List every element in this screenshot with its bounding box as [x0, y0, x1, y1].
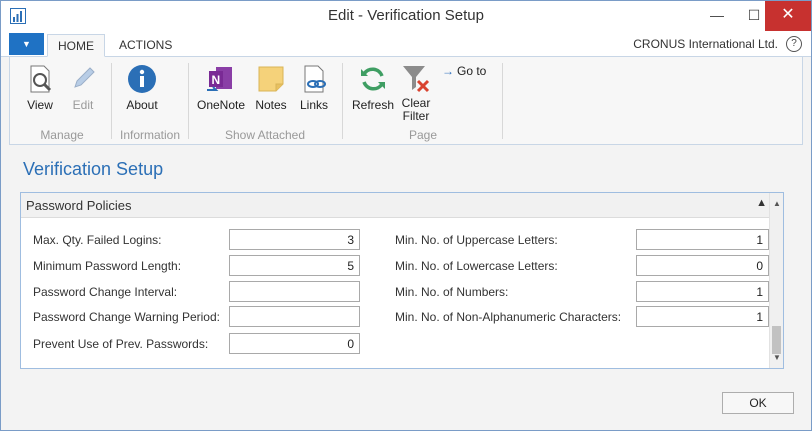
onenote-label: OneNote — [196, 98, 246, 112]
section-title: Password Policies — [26, 198, 132, 213]
ribbon: View Edit Manage About Information N One… — [9, 57, 803, 145]
field-label-min-lowercase: Min. No. of Lowercase Letters: — [395, 259, 558, 273]
edit-button[interactable]: Edit — [65, 63, 101, 112]
dropdown-arrow-icon: ▼ — [22, 39, 31, 49]
refresh-label: Refresh — [351, 98, 395, 112]
goto-button[interactable]: → Go to — [442, 64, 486, 78]
links-label: Links — [299, 98, 328, 112]
edit-label: Edit — [72, 98, 94, 112]
vertical-scrollbar[interactable]: ▲ ▼ — [769, 193, 783, 368]
window-title: Edit - Verification Setup — [328, 7, 484, 24]
prevent-prev-passwords-input[interactable]: 0 — [229, 333, 360, 354]
tab-home[interactable]: HOME — [47, 34, 105, 57]
about-button[interactable]: About — [118, 63, 166, 112]
onenote-icon: N — [207, 67, 232, 91]
close-icon: ✕ — [781, 6, 795, 23]
scroll-up-icon[interactable]: ▲ — [773, 199, 781, 208]
close-button[interactable]: ✕ — [765, 1, 811, 31]
svg-text:N: N — [212, 73, 221, 87]
maximize-icon: ☐ — [747, 7, 761, 23]
field-label-min-password-length: Minimum Password Length: — [33, 259, 182, 273]
scrollbar-thumb[interactable] — [772, 326, 781, 354]
group-label-information: Information — [119, 128, 181, 142]
password-policies-section: Password Policies ▲ ▲ ▼ Max. Qty. Failed… — [20, 192, 784, 369]
min-password-length-input[interactable]: 5 — [229, 255, 360, 276]
application-menu-button[interactable]: ▼ — [9, 33, 44, 55]
onenote-button[interactable]: N OneNote — [194, 63, 248, 112]
group-label-page: Page — [408, 128, 438, 142]
group-label-show-attached: Show Attached — [224, 128, 306, 142]
password-change-interval-input[interactable] — [229, 281, 360, 302]
clear-filter-label: Clear Filter — [401, 96, 431, 123]
tab-actions[interactable]: ACTIONS — [109, 34, 182, 57]
company-name: CRONUS International Ltd. — [633, 37, 778, 51]
clear-filter-button[interactable]: Clear Filter — [398, 63, 434, 123]
min-non-alphanumeric-input[interactable]: 1 — [636, 306, 769, 327]
info-icon — [128, 65, 156, 93]
ribbon-separator — [502, 63, 503, 139]
min-uppercase-input[interactable]: 1 — [636, 229, 769, 250]
links-button[interactable]: Links — [295, 63, 333, 112]
view-label: View — [27, 98, 53, 112]
clear-filter-icon — [403, 66, 430, 93]
field-label-password-change-interval: Password Change Interval: — [33, 285, 178, 299]
min-numbers-input[interactable]: 1 — [636, 281, 769, 302]
about-label: About — [126, 98, 158, 112]
min-lowercase-input[interactable]: 0 — [636, 255, 769, 276]
password-change-warning-input[interactable] — [229, 306, 360, 327]
arrow-right-icon: → — [442, 64, 454, 78]
goto-label: Go to — [457, 64, 487, 78]
field-label-min-numbers: Min. No. of Numbers: — [395, 285, 509, 299]
field-label-min-uppercase: Min. No. of Uppercase Letters: — [395, 233, 558, 247]
refresh-button[interactable]: Refresh — [350, 63, 396, 112]
chevron-up-icon[interactable]: ▲ — [756, 197, 767, 209]
ribbon-separator — [188, 63, 189, 139]
pencil-icon — [74, 67, 95, 88]
field-label-password-change-warning: Password Change Warning Period: — [33, 310, 220, 324]
view-button[interactable]: View — [20, 63, 60, 112]
notes-label: Notes — [255, 98, 287, 112]
field-label-prevent-prev-passwords: Prevent Use of Prev. Passwords: — [33, 337, 209, 351]
ok-button[interactable]: OK — [722, 392, 794, 414]
field-label-min-non-alphanumeric: Min. No. of Non-Alphanumeric Characters: — [395, 310, 622, 324]
help-icon[interactable]: ? — [786, 36, 802, 52]
link-icon — [304, 65, 326, 93]
field-label-max-failed-logins: Max. Qty. Failed Logins: — [33, 233, 162, 247]
view-icon — [30, 65, 52, 93]
notes-button[interactable]: Notes — [252, 63, 290, 112]
max-failed-logins-input[interactable]: 3 — [229, 229, 360, 250]
group-label-manage: Manage — [40, 128, 84, 142]
ribbon-separator — [342, 63, 343, 139]
sticky-note-icon — [258, 66, 284, 92]
title-bar: Edit - Verification Setup — ☐ ✕ — [1, 1, 811, 32]
refresh-icon — [361, 67, 385, 91]
dialog-window: Edit - Verification Setup — ☐ ✕ ▼ HOME A… — [0, 0, 812, 431]
minimize-icon: — — [710, 7, 724, 23]
ribbon-tab-row: ▼ HOME ACTIONS CRONUS International Ltd.… — [1, 32, 811, 57]
section-header[interactable]: Password Policies ▲ — [21, 193, 777, 218]
page-title: Verification Setup — [23, 159, 164, 179]
scroll-down-icon[interactable]: ▼ — [773, 353, 781, 362]
minimize-button[interactable]: — — [701, 1, 733, 31]
